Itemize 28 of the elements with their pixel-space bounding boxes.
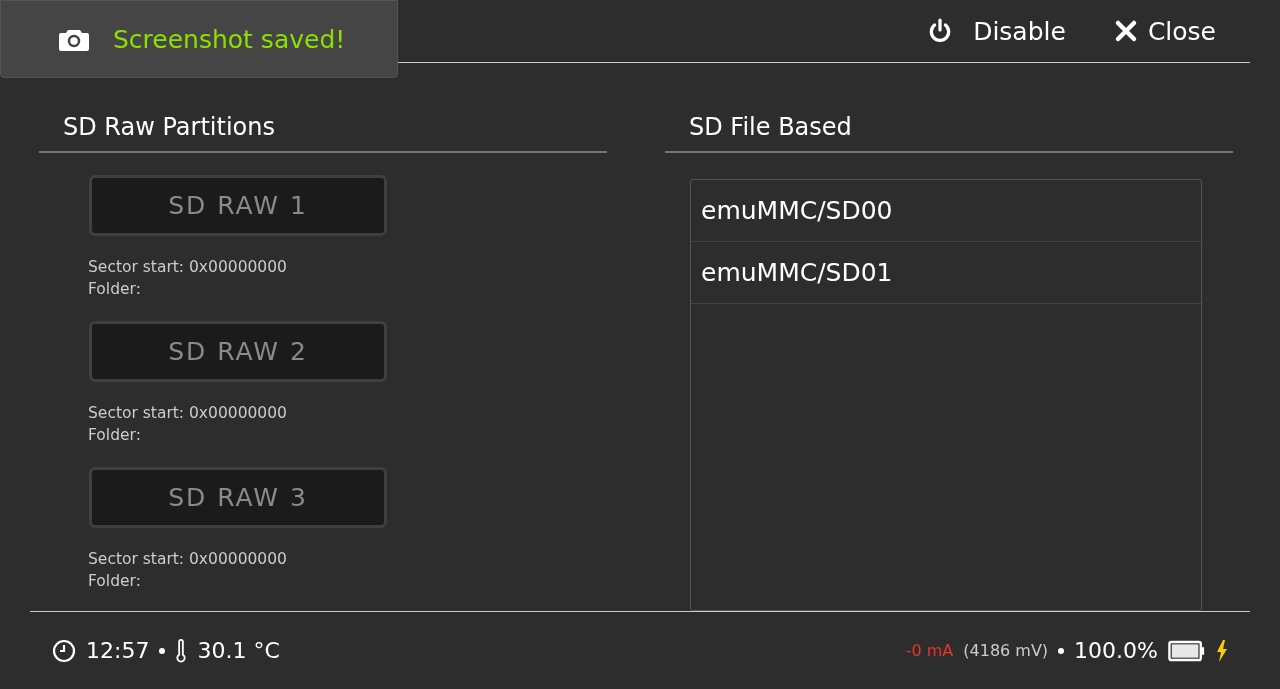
clock-icon <box>52 638 76 663</box>
separator-dot <box>1058 647 1065 654</box>
folder-list-item[interactable]: emuMMC/SD01 <box>691 242 1201 304</box>
battery-icon <box>1168 639 1206 662</box>
sector-start-text: Sector start: 0x00000000 <box>88 403 288 424</box>
folder-list-item[interactable]: emuMMC/SD00 <box>691 180 1201 242</box>
folder-text: Folder: <box>88 279 142 300</box>
sector-start-text: Sector start: 0x00000000 <box>88 257 288 278</box>
section-title: SD Raw Partitions <box>39 105 607 153</box>
close-icon <box>1113 19 1138 43</box>
time-text: 12:57 <box>86 638 150 663</box>
temperature-text: 30.1 °C <box>197 638 280 663</box>
current-text: -0 mA <box>905 641 954 660</box>
battery-percent-text: 100.0% <box>1074 638 1158 663</box>
folder-text: Folder: <box>88 425 142 446</box>
partition-button[interactable]: SD RAW 1 <box>89 175 387 236</box>
sector-start-text: Sector start: 0x00000000 <box>88 549 288 570</box>
separator-dot <box>159 647 166 654</box>
camera-icon <box>59 27 89 51</box>
thermometer-icon <box>175 638 188 663</box>
voltage-text: (4186 mV) <box>963 641 1049 660</box>
toast-message: Screenshot saved! <box>113 24 346 54</box>
section-title: SD File Based <box>665 105 1233 153</box>
folder-text: Folder: <box>88 571 142 592</box>
partition-button[interactable]: SD RAW 3 <box>89 467 387 528</box>
partition-button[interactable]: SD RAW 2 <box>89 321 387 382</box>
close-button[interactable]: Close <box>1107 16 1222 46</box>
disable-button[interactable]: Disable <box>921 16 1072 46</box>
